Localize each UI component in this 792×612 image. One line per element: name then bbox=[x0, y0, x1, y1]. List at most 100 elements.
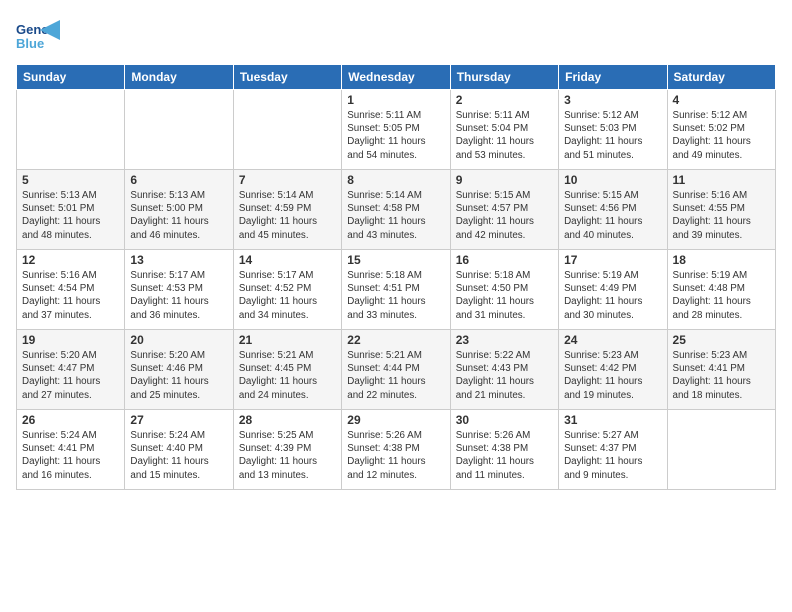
calendar-cell bbox=[233, 90, 341, 170]
day-info: Sunrise: 5:13 AM Sunset: 5:00 PM Dayligh… bbox=[130, 189, 227, 242]
day-number: 27 bbox=[130, 413, 227, 427]
calendar-week-3: 12 Sunrise: 5:16 AM Sunset: 4:54 PM Dayli… bbox=[17, 250, 776, 330]
day-number: 7 bbox=[239, 173, 336, 187]
day-number: 24 bbox=[564, 333, 661, 347]
calendar-cell: 8Sunrise: 5:14 AM Sunset: 4:58 PM Daylig… bbox=[342, 170, 450, 250]
day-number: 25 bbox=[673, 333, 770, 347]
day-info: Sunrise: 5:16 AM Sunset: 4:54 PM Dayligh… bbox=[22, 269, 119, 322]
day-info: Sunrise: 5:21 AM Sunset: 4:45 PM Dayligh… bbox=[239, 349, 336, 402]
calendar-cell: 18 Sunrise: 5:19 AM Sunset: 4:48 PM Dayli… bbox=[667, 250, 775, 330]
day-number: 15 bbox=[347, 253, 444, 267]
day-info: Sunrise: 5:12 AM Sunset: 5:03 PM Dayligh… bbox=[564, 109, 661, 162]
day-info: Sunrise: 5:18 AM Sunset: 4:50 PM Dayligh… bbox=[456, 269, 553, 322]
calendar-cell bbox=[667, 410, 775, 490]
day-info: Sunrise: 5:20 AM Sunset: 4:46 PM Dayligh… bbox=[130, 349, 227, 402]
day-info: Sunrise: 5:11 AM Sunset: 5:04 PM Dayligh… bbox=[456, 109, 553, 162]
calendar-cell: 1 Sunrise: 5:11 AM Sunset: 5:05 PM Daylig… bbox=[342, 90, 450, 170]
header: General Blue bbox=[16, 16, 776, 54]
day-info: Sunrise: 5:19 AM Sunset: 4:48 PM Dayligh… bbox=[673, 269, 770, 322]
day-number: 29 bbox=[347, 413, 444, 427]
day-info: Sunrise: 5:27 AM Sunset: 4:37 PM Dayligh… bbox=[564, 429, 661, 482]
day-number: 10 bbox=[564, 173, 661, 187]
day-header-monday: Monday bbox=[125, 65, 233, 90]
day-number: 5 bbox=[22, 173, 119, 187]
day-number: 31 bbox=[564, 413, 661, 427]
day-info: Sunrise: 5:23 AM Sunset: 4:41 PM Dayligh… bbox=[673, 349, 770, 402]
day-info: Sunrise: 5:18 AM Sunset: 4:51 PM Dayligh… bbox=[347, 269, 444, 322]
day-info: Sunrise: 5:23 AM Sunset: 4:42 PM Dayligh… bbox=[564, 349, 661, 402]
calendar-cell: 13Sunrise: 5:17 AM Sunset: 4:53 PM Dayli… bbox=[125, 250, 233, 330]
day-number: 18 bbox=[673, 253, 770, 267]
logo-arrow-icon bbox=[40, 20, 60, 40]
calendar-cell: 9 Sunrise: 5:15 AM Sunset: 4:57 PM Daylig… bbox=[450, 170, 558, 250]
day-info: Sunrise: 5:25 AM Sunset: 4:39 PM Dayligh… bbox=[239, 429, 336, 482]
day-info: Sunrise: 5:24 AM Sunset: 4:40 PM Dayligh… bbox=[130, 429, 227, 482]
day-header-thursday: Thursday bbox=[450, 65, 558, 90]
calendar-cell: 26Sunrise: 5:24 AM Sunset: 4:41 PM Dayli… bbox=[17, 410, 125, 490]
day-info: Sunrise: 5:14 AM Sunset: 4:59 PM Dayligh… bbox=[239, 189, 336, 242]
day-header-sunday: Sunday bbox=[17, 65, 125, 90]
calendar-cell: 4 Sunrise: 5:12 AM Sunset: 5:02 PM Daylig… bbox=[667, 90, 775, 170]
day-info: Sunrise: 5:26 AM Sunset: 4:38 PM Dayligh… bbox=[347, 429, 444, 482]
calendar-cell: 10Sunrise: 5:15 AM Sunset: 4:56 PM Dayli… bbox=[559, 170, 667, 250]
calendar-cell: 16 Sunrise: 5:18 AM Sunset: 4:50 PM Dayli… bbox=[450, 250, 558, 330]
calendar-cell: 21 Sunrise: 5:21 AM Sunset: 4:45 PM Dayli… bbox=[233, 330, 341, 410]
calendar-cell: 31 Sunrise: 5:27 AM Sunset: 4:37 PM Dayli… bbox=[559, 410, 667, 490]
calendar-cell bbox=[17, 90, 125, 170]
day-number: 26 bbox=[22, 413, 119, 427]
calendar-cell: 11 Sunrise: 5:16 AM Sunset: 4:55 PM Dayli… bbox=[667, 170, 775, 250]
calendar-cell: 17Sunrise: 5:19 AM Sunset: 4:49 PM Dayli… bbox=[559, 250, 667, 330]
day-number: 9 bbox=[456, 173, 553, 187]
logo: General Blue bbox=[16, 16, 60, 54]
day-number: 4 bbox=[673, 93, 770, 107]
day-number: 21 bbox=[239, 333, 336, 347]
calendar-cell: 25 Sunrise: 5:23 AM Sunset: 4:41 PM Dayli… bbox=[667, 330, 775, 410]
day-header-tuesday: Tuesday bbox=[233, 65, 341, 90]
calendar-cell: 3 Sunrise: 5:12 AM Sunset: 5:03 PM Daylig… bbox=[559, 90, 667, 170]
calendar-week-5: 26Sunrise: 5:24 AM Sunset: 4:41 PM Dayli… bbox=[17, 410, 776, 490]
day-number: 3 bbox=[564, 93, 661, 107]
day-info: Sunrise: 5:15 AM Sunset: 4:57 PM Dayligh… bbox=[456, 189, 553, 242]
day-info: Sunrise: 5:26 AM Sunset: 4:38 PM Dayligh… bbox=[456, 429, 553, 482]
calendar-cell: 15 Sunrise: 5:18 AM Sunset: 4:51 PM Dayli… bbox=[342, 250, 450, 330]
calendar-cell: 28 Sunrise: 5:25 AM Sunset: 4:39 PM Dayli… bbox=[233, 410, 341, 490]
calendar-cell: 12 Sunrise: 5:16 AM Sunset: 4:54 PM Dayli… bbox=[17, 250, 125, 330]
calendar-cell: 14 Sunrise: 5:17 AM Sunset: 4:52 PM Dayli… bbox=[233, 250, 341, 330]
day-number: 28 bbox=[239, 413, 336, 427]
day-info: Sunrise: 5:12 AM Sunset: 5:02 PM Dayligh… bbox=[673, 109, 770, 162]
calendar-cell: 6 Sunrise: 5:13 AM Sunset: 5:00 PM Daylig… bbox=[125, 170, 233, 250]
day-info: Sunrise: 5:16 AM Sunset: 4:55 PM Dayligh… bbox=[673, 189, 770, 242]
calendar: SundayMondayTuesdayWednesdayThursdayFrid… bbox=[16, 64, 776, 490]
day-number: 11 bbox=[673, 173, 770, 187]
calendar-cell: 7 Sunrise: 5:14 AM Sunset: 4:59 PM Daylig… bbox=[233, 170, 341, 250]
day-info: Sunrise: 5:14 AM Sunset: 4:58 PM Dayligh… bbox=[347, 189, 444, 242]
day-info: Sunrise: 5:11 AM Sunset: 5:05 PM Dayligh… bbox=[347, 109, 444, 162]
day-number: 1 bbox=[347, 93, 444, 107]
calendar-cell: 2Sunrise: 5:11 AM Sunset: 5:04 PM Daylig… bbox=[450, 90, 558, 170]
calendar-cell: 23Sunrise: 5:22 AM Sunset: 4:43 PM Dayli… bbox=[450, 330, 558, 410]
day-number: 20 bbox=[130, 333, 227, 347]
day-number: 6 bbox=[130, 173, 227, 187]
calendar-header-row: SundayMondayTuesdayWednesdayThursdayFrid… bbox=[17, 65, 776, 90]
page: General Blue SundayMondayTuesdayWednesda… bbox=[0, 0, 792, 612]
day-number: 13 bbox=[130, 253, 227, 267]
calendar-cell: 30 Sunrise: 5:26 AM Sunset: 4:38 PM Dayli… bbox=[450, 410, 558, 490]
calendar-week-1: 1 Sunrise: 5:11 AM Sunset: 5:05 PM Daylig… bbox=[17, 90, 776, 170]
day-info: Sunrise: 5:21 AM Sunset: 4:44 PM Dayligh… bbox=[347, 349, 444, 402]
day-number: 14 bbox=[239, 253, 336, 267]
day-number: 12 bbox=[22, 253, 119, 267]
calendar-cell: 24 Sunrise: 5:23 AM Sunset: 4:42 PM Dayli… bbox=[559, 330, 667, 410]
day-number: 23 bbox=[456, 333, 553, 347]
calendar-cell: 29 Sunrise: 5:26 AM Sunset: 4:38 PM Dayli… bbox=[342, 410, 450, 490]
day-number: 30 bbox=[456, 413, 553, 427]
calendar-week-2: 5 Sunrise: 5:13 AM Sunset: 5:01 PM Daylig… bbox=[17, 170, 776, 250]
day-number: 19 bbox=[22, 333, 119, 347]
day-header-saturday: Saturday bbox=[667, 65, 775, 90]
day-number: 16 bbox=[456, 253, 553, 267]
day-info: Sunrise: 5:17 AM Sunset: 4:52 PM Dayligh… bbox=[239, 269, 336, 322]
day-info: Sunrise: 5:19 AM Sunset: 4:49 PM Dayligh… bbox=[564, 269, 661, 322]
day-number: 22 bbox=[347, 333, 444, 347]
day-header-wednesday: Wednesday bbox=[342, 65, 450, 90]
day-info: Sunrise: 5:13 AM Sunset: 5:01 PM Dayligh… bbox=[22, 189, 119, 242]
calendar-cell bbox=[125, 90, 233, 170]
